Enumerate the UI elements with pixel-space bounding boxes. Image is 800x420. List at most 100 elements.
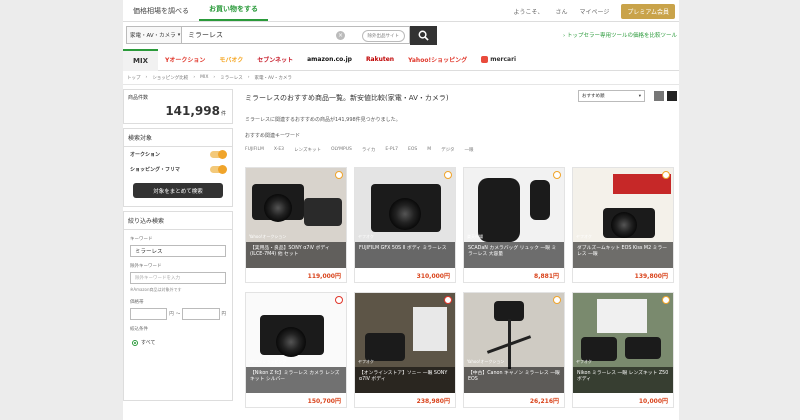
top-right-menu: ようこそ、 さん マイページ プレミアム会員 xyxy=(513,4,675,19)
search-input[interactable]: ミラーレス × 除外出品サイト xyxy=(182,26,410,44)
welcome-text: ようこそ、 xyxy=(513,9,544,16)
chevron-down-icon: ▾ xyxy=(177,32,181,38)
search-all-button[interactable]: 対象をまとめて検索 xyxy=(133,183,223,198)
grid-view-icon[interactable] xyxy=(667,91,677,101)
breadcrumb-item[interactable]: MIX xyxy=(200,75,208,80)
product-shop: Yahoo!オークション xyxy=(249,234,287,239)
shop-tab-rakuten[interactable]: Rakuten xyxy=(359,49,401,71)
keyword-link[interactable]: デジタ xyxy=(441,147,454,153)
shopping-toggle[interactable] xyxy=(210,165,227,174)
price-max-input[interactable] xyxy=(182,308,220,320)
radio-icon xyxy=(132,339,138,346)
exclude-sites-button[interactable]: 除外出品サイト xyxy=(361,30,405,42)
status-all-radio[interactable]: すべて xyxy=(124,335,232,350)
favorite-icon[interactable] xyxy=(335,171,343,179)
product-price: 119,000円 xyxy=(307,273,341,280)
favorite-icon[interactable] xyxy=(662,296,670,304)
shop-tab-mobaoku[interactable]: モバオク xyxy=(212,49,250,71)
filter-title: 絞り込み検索 xyxy=(124,212,232,230)
product-card[interactable]: ヤフオク Nikon ミラーレス 一眼 レンズキット Z50 ボディ 10,00… xyxy=(572,292,674,408)
keyword-link[interactable]: 一眼 xyxy=(465,147,474,153)
category-select[interactable]: 家電・AV・カメラ ▾ xyxy=(126,26,182,44)
product-card[interactable]: 楽天市場 SCADaN カメラバッグ リュック 一眼 ミラーレス 大容量 8,8… xyxy=(463,167,565,283)
keyword-link[interactable]: X-E3 xyxy=(274,147,284,153)
shop-tab-seven-net[interactable]: セブンネット xyxy=(250,49,300,71)
user-name[interactable]: さん xyxy=(556,7,568,16)
toggle-row-auction: オークション xyxy=(124,147,232,162)
keyword-link[interactable]: M xyxy=(427,147,431,153)
clear-icon[interactable]: × xyxy=(336,31,345,40)
top-seller-tool-text: トップセラー専用ツールの価格を比較ツール xyxy=(566,33,677,39)
exclude-keyword-input[interactable]: 除外キーワードを入力 xyxy=(130,272,226,284)
favorite-icon[interactable] xyxy=(444,296,452,304)
product-image: ヤフオク 【オンラインストア】ソニー 一眼 SONY α7IV ボディ xyxy=(355,293,455,393)
keyword-link[interactable]: E-PL7 xyxy=(385,147,398,153)
keyword-link[interactable]: FUJIFILM xyxy=(245,147,264,153)
product-card[interactable]: Yahoo!ショッピング 【Nikon Z fc】ミラーレス カメラ レンズキッ… xyxy=(245,292,347,408)
page: 価格相場を調べる お買い物をする ようこそ、 さん マイページ プレミアム会員 … xyxy=(123,0,679,420)
product-shop: 楽天市場 xyxy=(467,234,483,239)
keyword-link[interactable]: OLYMPUS xyxy=(331,147,352,153)
favorite-icon[interactable] xyxy=(662,171,670,179)
breadcrumb: トップ › ショッピング比較 › MIX › ミラーレス › 家電・AV・カメラ xyxy=(123,71,679,85)
search-bar: 家電・AV・カメラ ▾ ミラーレス × 除外出品サイト › トップセラー専用ツー… xyxy=(123,23,679,47)
product-card[interactable]: ヤフオク ダブルズームキット EOS Kiss M2 ミラーレス 一眼 139,… xyxy=(572,167,674,283)
favorite-icon[interactable] xyxy=(335,296,343,304)
breadcrumb-item[interactable]: トップ xyxy=(127,75,141,81)
product-price: 310,000円 xyxy=(416,273,450,280)
shop-tab-amazon[interactable]: amazon.co.jp xyxy=(300,49,359,71)
mypage-link[interactable]: マイページ xyxy=(580,7,610,16)
keyword-link[interactable]: レンズキット xyxy=(294,147,321,153)
shop-tab-mercari[interactable]: mercari xyxy=(474,49,523,71)
top-seller-tool-link[interactable]: › トップセラー専用ツールの価格を比較ツール xyxy=(563,31,677,39)
keyword-link[interactable]: ライカ xyxy=(362,147,376,153)
product-card[interactable]: Yahoo!オークション 【中古】Canon キャノン ミラーレス 一眼 EOS… xyxy=(463,292,565,408)
category-select-label: 家電・AV・カメラ xyxy=(130,33,176,39)
price-separator: 〜 xyxy=(175,312,181,317)
product-card[interactable]: ヤフオク 【オンラインストア】ソニー 一眼 SONY α7IV ボディ 238,… xyxy=(354,292,456,408)
price-max-unit: 円 xyxy=(221,312,227,317)
product-price: 238,980円 xyxy=(416,398,450,405)
shop-tab-mercari-label: mercari xyxy=(490,56,517,63)
keyword-link[interactable]: EOS xyxy=(408,147,417,153)
auction-toggle[interactable] xyxy=(210,150,227,159)
favorite-icon[interactable] xyxy=(553,296,561,304)
toggle-auction-label: オークション xyxy=(130,152,161,158)
list-view-icon[interactable] xyxy=(654,91,664,101)
breadcrumb-item[interactable]: ミラーレス xyxy=(220,75,243,81)
product-card[interactable]: ヤフオク FUJIFILM GFX 50S II ボディ ミラーレス 310,0… xyxy=(354,167,456,283)
filter-box: 絞り込み検索 キーワード ミラーレス 除外キーワード 除外キーワードを入力 ※A… xyxy=(123,211,233,401)
premium-button[interactable]: プレミアム会員 xyxy=(621,4,675,19)
favorite-icon[interactable] xyxy=(553,171,561,179)
result-count-text: ミラーレスに関連するおすすめの商品が141,998件見つかりました。 xyxy=(245,117,401,123)
product-shop: ヤフオク xyxy=(358,359,374,364)
search-button[interactable] xyxy=(410,25,437,45)
exclude-note: ※Amazon商品は対象外です xyxy=(130,287,182,292)
chevron-down-icon: ▾ xyxy=(638,93,641,99)
product-title: 【Nikon Z fc】ミラーレス カメラ レンズキット シルバー xyxy=(246,367,346,393)
tab-shopping[interactable]: お買い物をする xyxy=(199,0,268,21)
product-image: 楽天市場 SCADaN カメラバッグ リュック 一眼 ミラーレス 大容量 xyxy=(464,168,564,268)
shop-tab-yahoo-auction[interactable]: Yオークション xyxy=(158,49,212,71)
main-area: 商品件数 141,998件 検索対象 オークション ショッピング・フリマ 対象を… xyxy=(123,85,679,408)
keyword-label: キーワード xyxy=(130,237,153,242)
breadcrumb-item[interactable]: ショッピング比較 xyxy=(152,75,188,81)
product-price: 10,000円 xyxy=(638,398,668,405)
product-title: 【オンラインストア】ソニー 一眼 SONY α7IV ボディ xyxy=(355,367,455,393)
view-switch xyxy=(654,91,677,101)
product-image: ヤフオク FUJIFILM GFX 50S II ボディ ミラーレス xyxy=(355,168,455,268)
sort-select[interactable]: おすすめ順 ▾ xyxy=(578,90,645,102)
mercari-icon xyxy=(481,56,489,63)
product-card[interactable]: Yahoo!オークション 【実用品・良品】SONY α7iV ボディ (ILCE… xyxy=(245,167,347,283)
favorite-icon[interactable] xyxy=(444,171,452,179)
price-min-input[interactable] xyxy=(130,308,168,320)
shop-tab-yahoo-shopping[interactable]: Yahoo!ショッピング xyxy=(401,49,474,71)
product-price: 150,700円 xyxy=(307,398,341,405)
breadcrumb-item: 家電・AV・カメラ xyxy=(254,75,292,81)
tab-price-research[interactable]: 価格相場を調べる xyxy=(123,0,199,21)
shop-tab-mix[interactable]: MIX xyxy=(123,48,158,71)
product-title: FUJIFILM GFX 50S II ボディ ミラーレス xyxy=(355,242,455,268)
top-navigation: 価格相場を調べる お買い物をする ようこそ、 さん マイページ プレミアム会員 xyxy=(123,0,679,22)
keyword-input[interactable]: ミラーレス xyxy=(130,245,226,257)
price-min-unit: 円 xyxy=(169,312,174,317)
